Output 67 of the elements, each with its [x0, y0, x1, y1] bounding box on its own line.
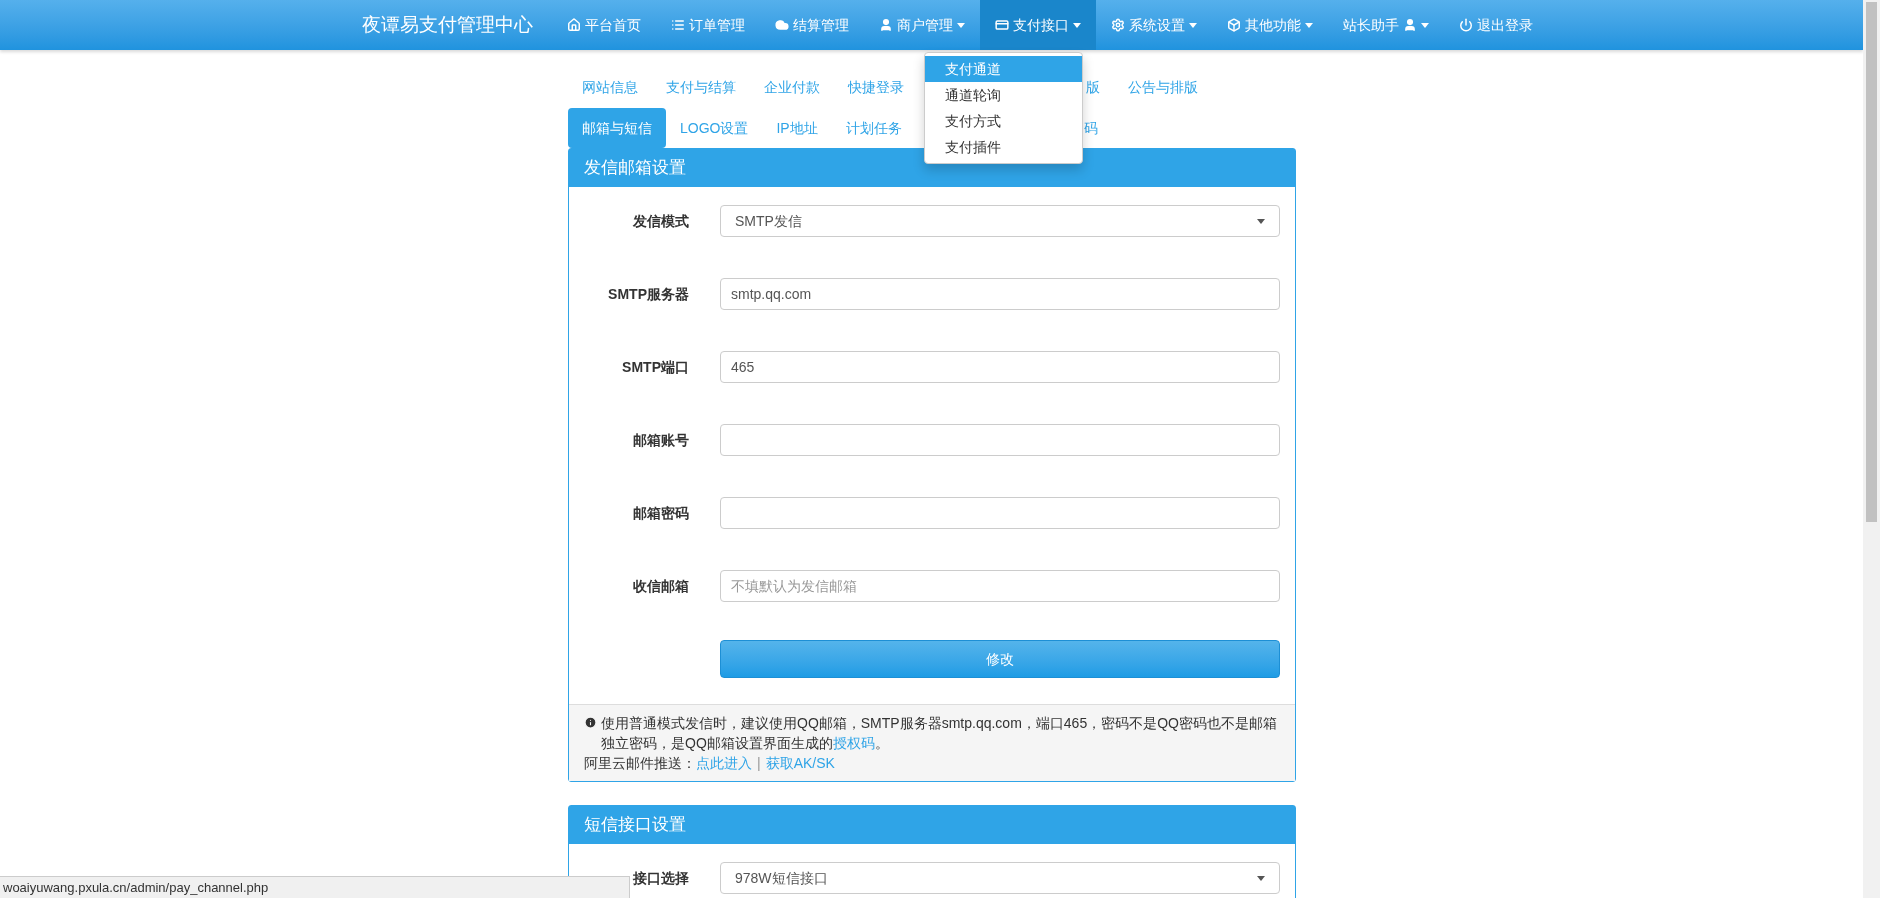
dropdown-item[interactable]: 支付通道 [925, 56, 1082, 82]
nav-item[interactable]: 系统设置 [1096, 0, 1212, 50]
input-field[interactable]: 不填默认为发信邮箱 [720, 570, 1280, 602]
cloud-icon [775, 18, 789, 32]
panel-title: 发信邮箱设置 [584, 157, 686, 180]
select-field[interactable]: 978W短信接口 [720, 862, 1280, 894]
caret-icon [1073, 22, 1081, 28]
brand-title: 夜谭易支付管理中心 [362, 12, 533, 37]
nav-item[interactable]: 退出登录 [1444, 0, 1548, 50]
note-label: 阿里云邮件推送： [584, 754, 696, 773]
submit-button[interactable]: 修改 [720, 640, 1280, 678]
gear-icon [1111, 18, 1125, 32]
enter-link[interactable]: 点此进入 [696, 753, 752, 773]
nav-item[interactable]: 结算管理 [760, 0, 864, 50]
power-icon [1459, 18, 1473, 32]
caret-icon [1257, 875, 1265, 881]
auth-code-link[interactable]: 授权码 [832, 735, 875, 751]
settings-tab[interactable]: 公告与排版 [1114, 67, 1212, 107]
settings-tab[interactable]: IP地址 [762, 108, 832, 148]
dropdown-item[interactable]: 支付插件 [925, 134, 1082, 160]
get-key-link[interactable]: 获取AK/SK [765, 753, 835, 773]
input-field[interactable]: 465 [720, 351, 1280, 383]
caret-icon [957, 22, 965, 28]
field-label: 发信模式 [632, 211, 689, 231]
input-field[interactable] [720, 424, 1280, 456]
settings-tab[interactable]: 快捷登录 [834, 67, 918, 107]
input-field[interactable] [720, 497, 1280, 529]
input-field[interactable]: smtp.qq.com [720, 278, 1280, 310]
caret-icon [1257, 218, 1265, 224]
caret-icon [1305, 22, 1313, 28]
home-icon [567, 18, 581, 32]
select-value: 978W短信接口 [735, 868, 828, 888]
select-value: SMTP发信 [735, 211, 802, 231]
field-label: 接口选择 [632, 868, 689, 888]
settings-tab[interactable]: 网站信息 [568, 67, 652, 107]
status-url: woaiyuwang.pxula.cn/admin/pay_channel.php [3, 878, 269, 897]
dropdown-item[interactable]: 通道轮询 [925, 82, 1082, 108]
field-label: 邮箱账号 [632, 430, 689, 450]
field-label: 邮箱密码 [632, 503, 689, 523]
settings-tab[interactable]: 邮箱与短信 [568, 108, 666, 148]
nav-item[interactable]: 支付接口 [980, 0, 1096, 50]
field-label: 收信邮箱 [632, 576, 689, 596]
panel-title: 短信接口设置 [584, 814, 686, 837]
scrollbar[interactable] [1863, 0, 1880, 898]
nav-item[interactable]: 其他功能 [1212, 0, 1328, 50]
info-icon [584, 716, 597, 729]
list-icon [671, 18, 685, 32]
note-text: 使用普通模式发信时，建议使用QQ邮箱，SMTP服务器smtp.qq.com，端口465，密码不是QQ密码也不是邮箱独立密码，是QQ邮箱设置界面生成的授权码。 [601, 714, 1278, 753]
select-field[interactable]: SMTP发信 [720, 205, 1280, 237]
user-icon [879, 18, 893, 32]
nav-item[interactable]: 站长助手 [1328, 0, 1444, 50]
settings-tab[interactable]: 计划任务 [831, 108, 916, 148]
cube-icon [1227, 18, 1241, 32]
dropdown-item[interactable]: 支付方式 [925, 108, 1082, 134]
caret-icon [1421, 22, 1429, 28]
settings-tab[interactable]: LOGO设置 [666, 108, 763, 148]
field-label: SMTP服务器 [607, 284, 689, 304]
nav-item[interactable]: 商户管理 [864, 0, 980, 50]
nav-item[interactable]: 平台首页 [552, 0, 656, 50]
settings-tab[interactable]: 支付与结算 [652, 67, 750, 107]
user-icon [1403, 18, 1417, 32]
settings-tab[interactable]: 企业付款 [750, 67, 834, 107]
caret-icon [1189, 22, 1197, 28]
card-icon [995, 18, 1009, 32]
link-separator: | [757, 754, 761, 773]
field-label: SMTP端口 [621, 357, 689, 377]
nav-item[interactable]: 订单管理 [656, 0, 760, 50]
